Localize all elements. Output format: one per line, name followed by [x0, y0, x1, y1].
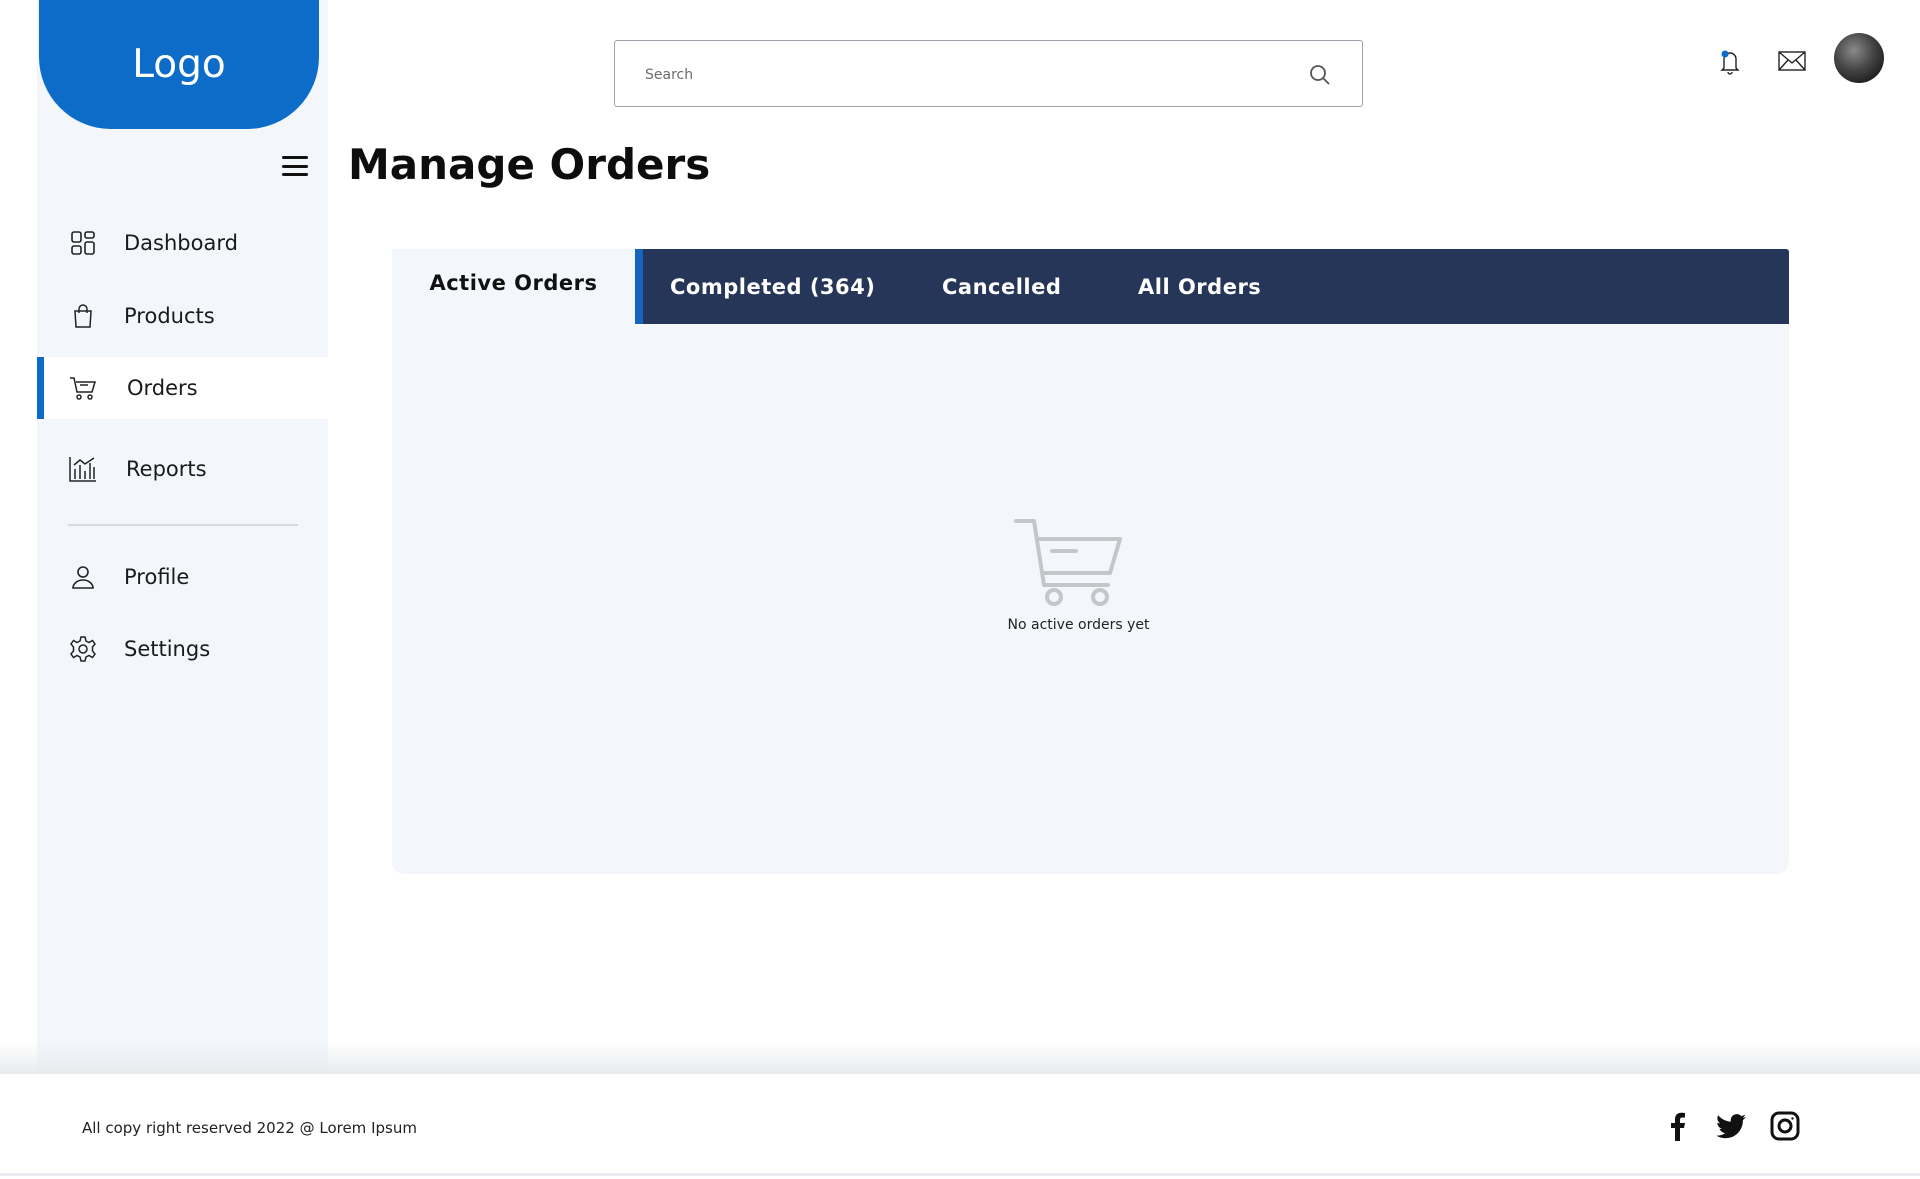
tab-completed[interactable]: Completed (364) [670, 249, 875, 324]
shopping-bag-icon [68, 301, 98, 331]
page-title: Manage Orders [348, 140, 711, 189]
twitter-icon[interactable] [1714, 1109, 1748, 1143]
instagram-icon[interactable] [1768, 1109, 1802, 1143]
search-box [614, 40, 1363, 107]
sidebar-item-label: Settings [124, 637, 211, 661]
sidebar-item-orders[interactable]: Orders [37, 357, 328, 419]
search-icon[interactable] [1308, 63, 1332, 87]
sidebar-item-profile[interactable]: Profile [37, 546, 328, 608]
copyright-text: All copy right reserved 2022 @ Lorem Ips… [82, 1119, 417, 1137]
empty-state-message: No active orders yet [1007, 617, 1150, 633]
dashboard-icon [68, 228, 98, 258]
avatar[interactable] [1834, 33, 1884, 83]
sidebar-item-settings[interactable]: Settings [37, 618, 328, 680]
hamburger-menu-icon[interactable] [278, 151, 312, 181]
tab-active-orders[interactable]: Active Orders [392, 249, 635, 324]
sidebar-item-label: Orders [127, 376, 198, 400]
footer-shadow [0, 1042, 1920, 1074]
sidebar-item-dashboard[interactable]: Dashboard [37, 212, 328, 274]
bar-chart-icon [68, 454, 98, 484]
sidebar-item-label: Dashboard [124, 231, 238, 255]
gear-icon [68, 634, 98, 664]
mail-icon[interactable] [1777, 50, 1807, 72]
search-input[interactable] [645, 61, 1285, 89]
sidebar: Logo Dashboard Products Orders Reports P… [37, 0, 328, 1074]
logo-text: Logo [132, 42, 226, 87]
facebook-icon[interactable] [1661, 1109, 1695, 1143]
sidebar-divider [68, 524, 298, 526]
sidebar-item-reports[interactable]: Reports [37, 438, 328, 500]
bell-icon[interactable] [1715, 46, 1745, 76]
tab-all-orders[interactable]: All Orders [1138, 249, 1261, 324]
cart-icon [68, 373, 98, 403]
logo[interactable]: Logo [39, 0, 319, 129]
sidebar-item-label: Profile [124, 565, 190, 589]
tab-cancelled[interactable]: Cancelled [942, 249, 1061, 324]
sidebar-item-products[interactable]: Products [37, 285, 328, 347]
active-tab-indicator [635, 249, 643, 324]
empty-cart-icon [1014, 519, 1122, 606]
user-icon [68, 562, 98, 592]
sidebar-item-label: Products [124, 304, 215, 328]
sidebar-item-label: Reports [126, 457, 207, 481]
